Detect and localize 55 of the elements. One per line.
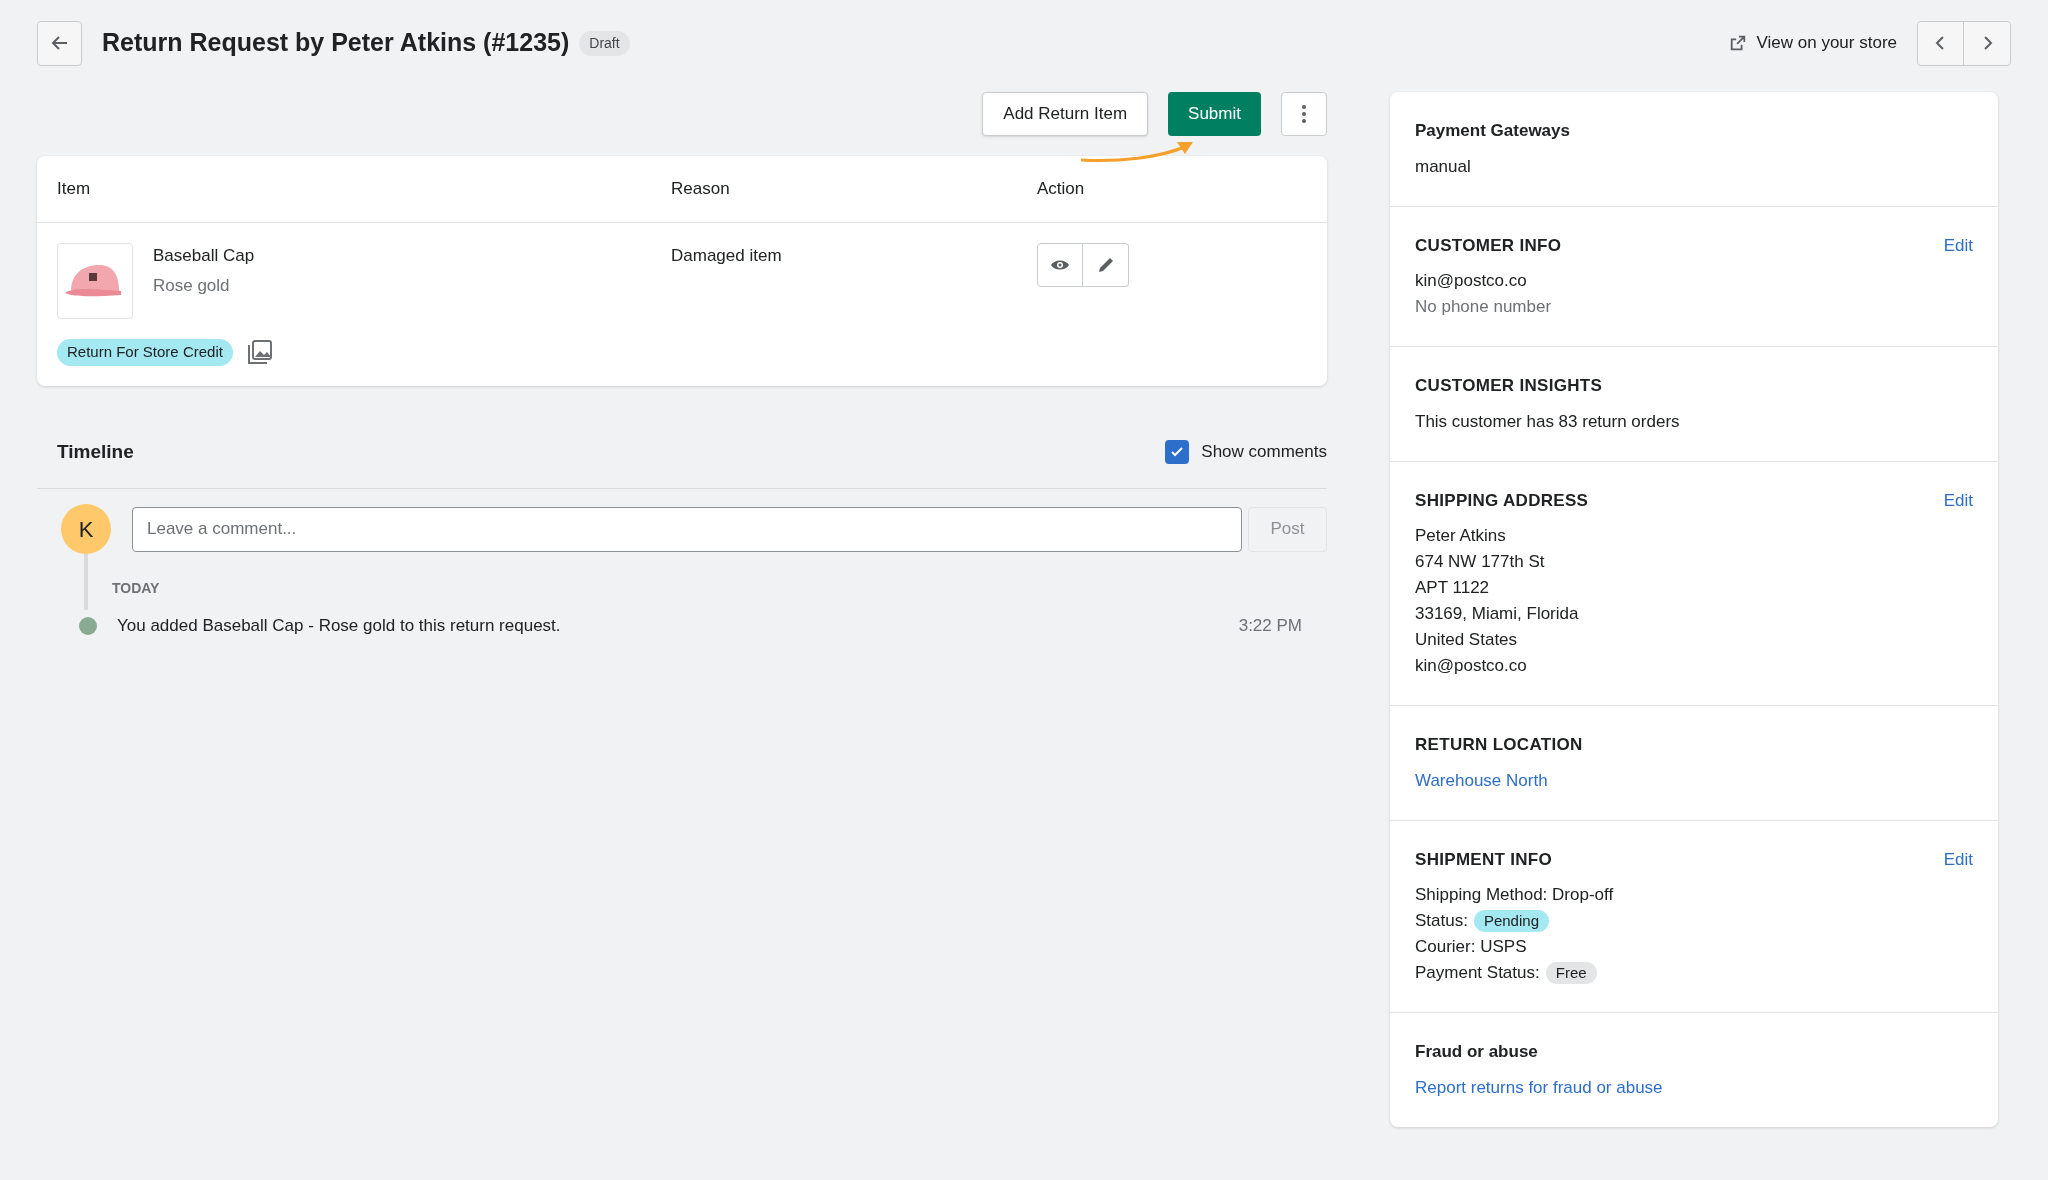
- item-variant: Rose gold: [153, 274, 231, 297]
- return-type-tag: Return For Store Credit: [57, 339, 233, 366]
- info-text: kin@postco.co: [1415, 270, 1528, 292]
- info-text: manual: [1415, 155, 1472, 178]
- status-badge: Draft: [579, 30, 630, 56]
- info-text: kin@postco.co: [1415, 655, 1528, 677]
- edit-link[interactable]: Edit: [1943, 487, 1973, 513]
- info-text: This customer has 83 return orders: [1415, 410, 1681, 433]
- info-text: No phone number: [1415, 296, 1553, 318]
- info-text: United States: [1415, 629, 1519, 651]
- back-button[interactable]: [37, 20, 82, 66]
- edit-link[interactable]: Edit: [1943, 846, 1973, 872]
- info-link[interactable]: Warehouse North: [1415, 769, 1548, 792]
- event-text: You added Baseball Cap - Rose gold to this return request.: [117, 615, 562, 637]
- edit-link[interactable]: Edit: [1943, 232, 1973, 258]
- event-time: 3:22 PM: [1238, 615, 1302, 637]
- item-reason: Damaged item: [671, 245, 783, 267]
- show-comments-checkbox[interactable]: Show comments: [1165, 439, 1327, 465]
- page-title: Return Request by Peter Atkins (#1235): [102, 27, 570, 59]
- section-title: SHIPMENT INFO: [1415, 848, 1553, 871]
- info-text: 33169, Miami, Florida: [1415, 603, 1580, 625]
- timeline-title: Timeline: [57, 439, 134, 464]
- external-link-icon: [1728, 34, 1747, 52]
- status-badge: Pending: [1473, 910, 1549, 932]
- section-title: Payment Gateways: [1415, 120, 1570, 142]
- section-title: CUSTOMER INFO: [1415, 234, 1562, 257]
- submit-button[interactable]: Submit: [1168, 92, 1261, 136]
- date-label: TODAY: [111, 579, 161, 598]
- status-badge: Free: [1545, 962, 1597, 984]
- info-text: 674 NW 177th St: [1415, 551, 1546, 573]
- info-text: Shipping Method: Drop-off: [1415, 884, 1615, 906]
- column-header: Reason: [671, 178, 731, 201]
- eye-icon: [1050, 258, 1070, 272]
- item-name: Baseball Cap: [153, 245, 255, 267]
- section-title: Fraud or abuse: [1415, 1041, 1538, 1063]
- info-label: Payment Status:: [1415, 962, 1540, 984]
- column-header: Item: [57, 178, 92, 201]
- edit-button[interactable]: [1083, 243, 1129, 287]
- checkmark-icon: [1170, 444, 1185, 459]
- user-avatar: K: [61, 504, 111, 554]
- pencil-icon: [1096, 256, 1115, 274]
- info-text: Peter Atkins: [1415, 525, 1507, 547]
- info-link[interactable]: Report returns for fraud or abuse: [1415, 1076, 1663, 1099]
- section-title: RETURN LOCATION: [1415, 734, 1583, 756]
- add-return-item-button[interactable]: Add Return Item: [982, 92, 1149, 136]
- view-button[interactable]: [1037, 243, 1083, 287]
- column-header: Action: [1037, 178, 1086, 201]
- section-title: CUSTOMER INSIGHTS: [1415, 375, 1603, 397]
- view-store-link[interactable]: View on your store: [1728, 30, 1897, 56]
- section-title: SHIPPING ADDRESS: [1415, 489, 1589, 512]
- info-label: Status:: [1415, 910, 1468, 932]
- vertical-dots-icon: [1301, 104, 1307, 124]
- info-text: Courier: USPS: [1415, 936, 1528, 958]
- info-text: APT 1122: [1415, 577, 1491, 599]
- images-icon: [246, 339, 273, 366]
